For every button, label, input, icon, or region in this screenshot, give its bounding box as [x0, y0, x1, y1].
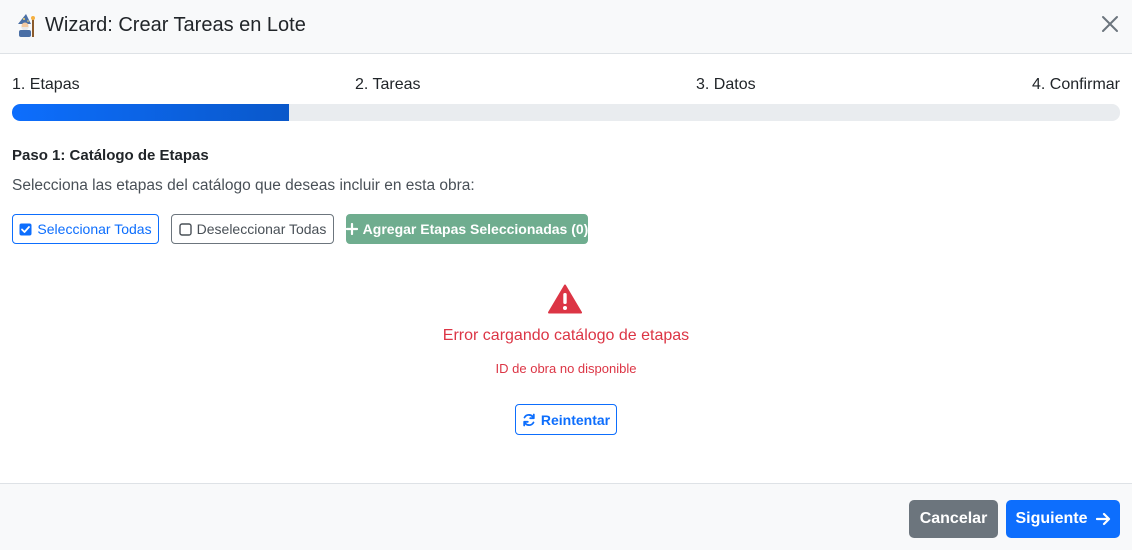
progress-fill	[12, 104, 289, 121]
cancel-label: Cancelar	[919, 510, 988, 527]
add-selected-stages-button[interactable]: Agregar Etapas Seleccionadas (0)	[345, 214, 589, 244]
next-label: Siguiente	[1015, 510, 1088, 527]
modal-title: Wizard: Crear Tareas en Lote	[45, 14, 306, 36]
retry-label: Reintentar	[540, 411, 611, 428]
step-label-etapas: 1. Etapas	[12, 76, 80, 93]
error-detail: ID de obra no disponible	[495, 361, 637, 376]
modal-header: Wizard: Crear Tareas en Lote	[0, 0, 1132, 54]
plus-icon	[345, 223, 358, 235]
refresh-icon	[522, 413, 536, 427]
step-label-tareas: 2. Tareas	[355, 76, 421, 93]
wizard-steps: 1. Etapas 2. Tareas 3. Datos 4. Confirma…	[12, 75, 1120, 95]
error-title: Error cargando catálogo de etapas	[442, 327, 690, 344]
wizard-progress-bar	[12, 104, 1120, 121]
step-label-datos: 3. Datos	[696, 76, 756, 93]
cancel-button[interactable]: Cancelar	[909, 500, 998, 538]
step-label-confirmar: 4. Confirmar	[1031, 76, 1120, 93]
step-heading: Paso 1: Catálogo de Etapas	[12, 147, 209, 164]
arrow-right-icon	[1095, 512, 1111, 526]
retry-button[interactable]: Reintentar	[515, 404, 617, 435]
checked-checkbox-icon	[19, 223, 32, 236]
select-all-button[interactable]: Seleccionar Todas	[12, 214, 159, 244]
next-button[interactable]: Siguiente	[1006, 500, 1120, 538]
deselect-all-button[interactable]: Deseleccionar Todas	[171, 214, 334, 244]
wizard-modal: Wizard: Crear Tareas en Lote 1. Etapas 2…	[0, 0, 1132, 550]
deselect-all-label: Deseleccionar Todas	[196, 221, 327, 237]
close-icon[interactable]	[1098, 12, 1122, 36]
unchecked-checkbox-icon	[178, 222, 192, 236]
warning-triangle-icon	[548, 284, 582, 314]
add-selected-label: Agregar Etapas Seleccionadas (0)	[362, 221, 589, 237]
step-description: Selecciona las etapas del catálogo que d…	[12, 177, 475, 194]
select-all-label: Seleccionar Todas	[37, 221, 152, 237]
wizard-icon	[18, 14, 35, 37]
